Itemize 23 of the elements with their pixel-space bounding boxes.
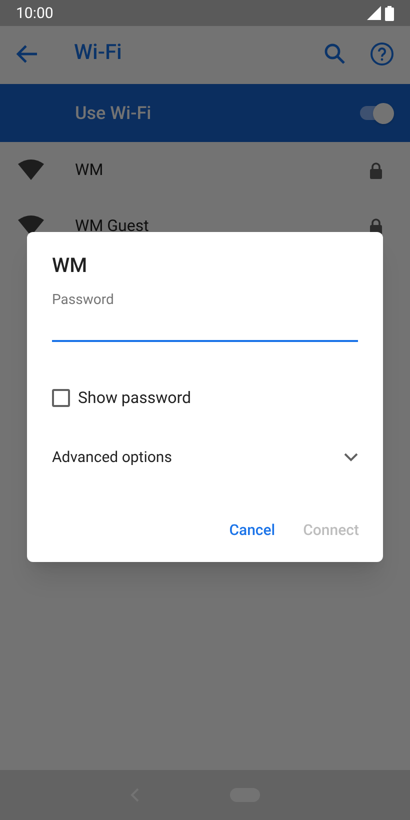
wifi-signal-icon: [17, 159, 45, 181]
signal-icon: [367, 6, 381, 20]
advanced-options-label: Advanced options: [52, 447, 172, 468]
search-icon[interactable]: [324, 43, 346, 65]
help-icon[interactable]: [370, 42, 394, 66]
network-row[interactable]: WM Guest: [0, 198, 410, 254]
status-time: 10:00: [16, 2, 54, 24]
network-name: WM Guest: [75, 215, 150, 237]
show-password-label: Show password: [78, 387, 192, 409]
network-row[interactable]: WM: [0, 142, 410, 198]
use-wifi-label: Use Wi-Fi: [75, 102, 152, 126]
password-field[interactable]: Password: [52, 290, 358, 342]
back-arrow-icon[interactable]: [16, 44, 38, 64]
battery-icon: [385, 6, 394, 20]
wifi-switch[interactable]: [358, 102, 394, 124]
dialog-button[interactable]: Cancel: [225, 514, 280, 545]
advanced-options-row[interactable]: Advanced options: [52, 446, 358, 468]
use-wifi-bar[interactable]: Use Wi-Fi: [0, 84, 410, 142]
app-bar-title: Wi-Fi: [74, 40, 123, 68]
show-password-checkbox[interactable]: [52, 389, 70, 407]
network-name: WM: [75, 159, 104, 181]
dialog-title: WM: [52, 252, 88, 279]
password-label: Password: [52, 291, 115, 310]
